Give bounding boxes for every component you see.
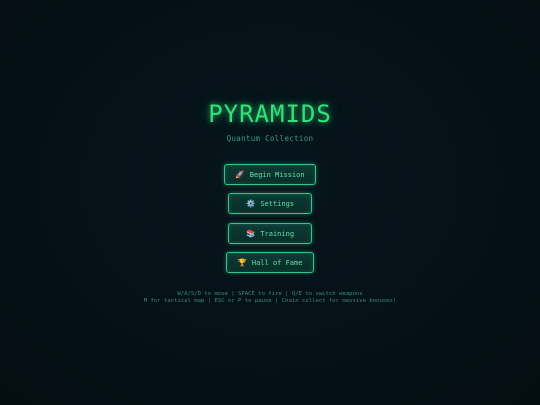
begin-mission-button[interactable]: 🚀 Begin Mission — [224, 164, 316, 185]
gear-icon: ⚙️ — [245, 198, 256, 208]
training-button[interactable]: 📚 Training — [228, 223, 312, 244]
settings-button[interactable]: ⚙️ Settings — [228, 193, 312, 214]
controls-help-line-2: M for tactical map | ESC or P to pause |… — [143, 298, 397, 304]
game-subtitle: Quantum Collection — [226, 134, 314, 143]
trophy-icon: 🏆 — [237, 257, 247, 267]
rocket-icon: 🚀 — [235, 169, 245, 179]
books-icon: 📚 — [245, 228, 256, 238]
hall-of-fame-label: Hall of Fame — [251, 258, 303, 267]
controls-help-line-1: W/A/S/D to move | SPACE to fire | Q/E to… — [177, 291, 363, 297]
main-menu-screen: PYRAMIDS Quantum Collection 🚀 Begin Miss… — [0, 0, 540, 405]
training-label: Training — [260, 229, 295, 238]
settings-label: Settings — [260, 199, 295, 208]
begin-mission-label: Begin Mission — [249, 170, 305, 179]
game-title: PYRAMIDS — [208, 100, 332, 128]
hall-of-fame-button[interactable]: 🏆 Hall of Fame — [226, 252, 314, 273]
